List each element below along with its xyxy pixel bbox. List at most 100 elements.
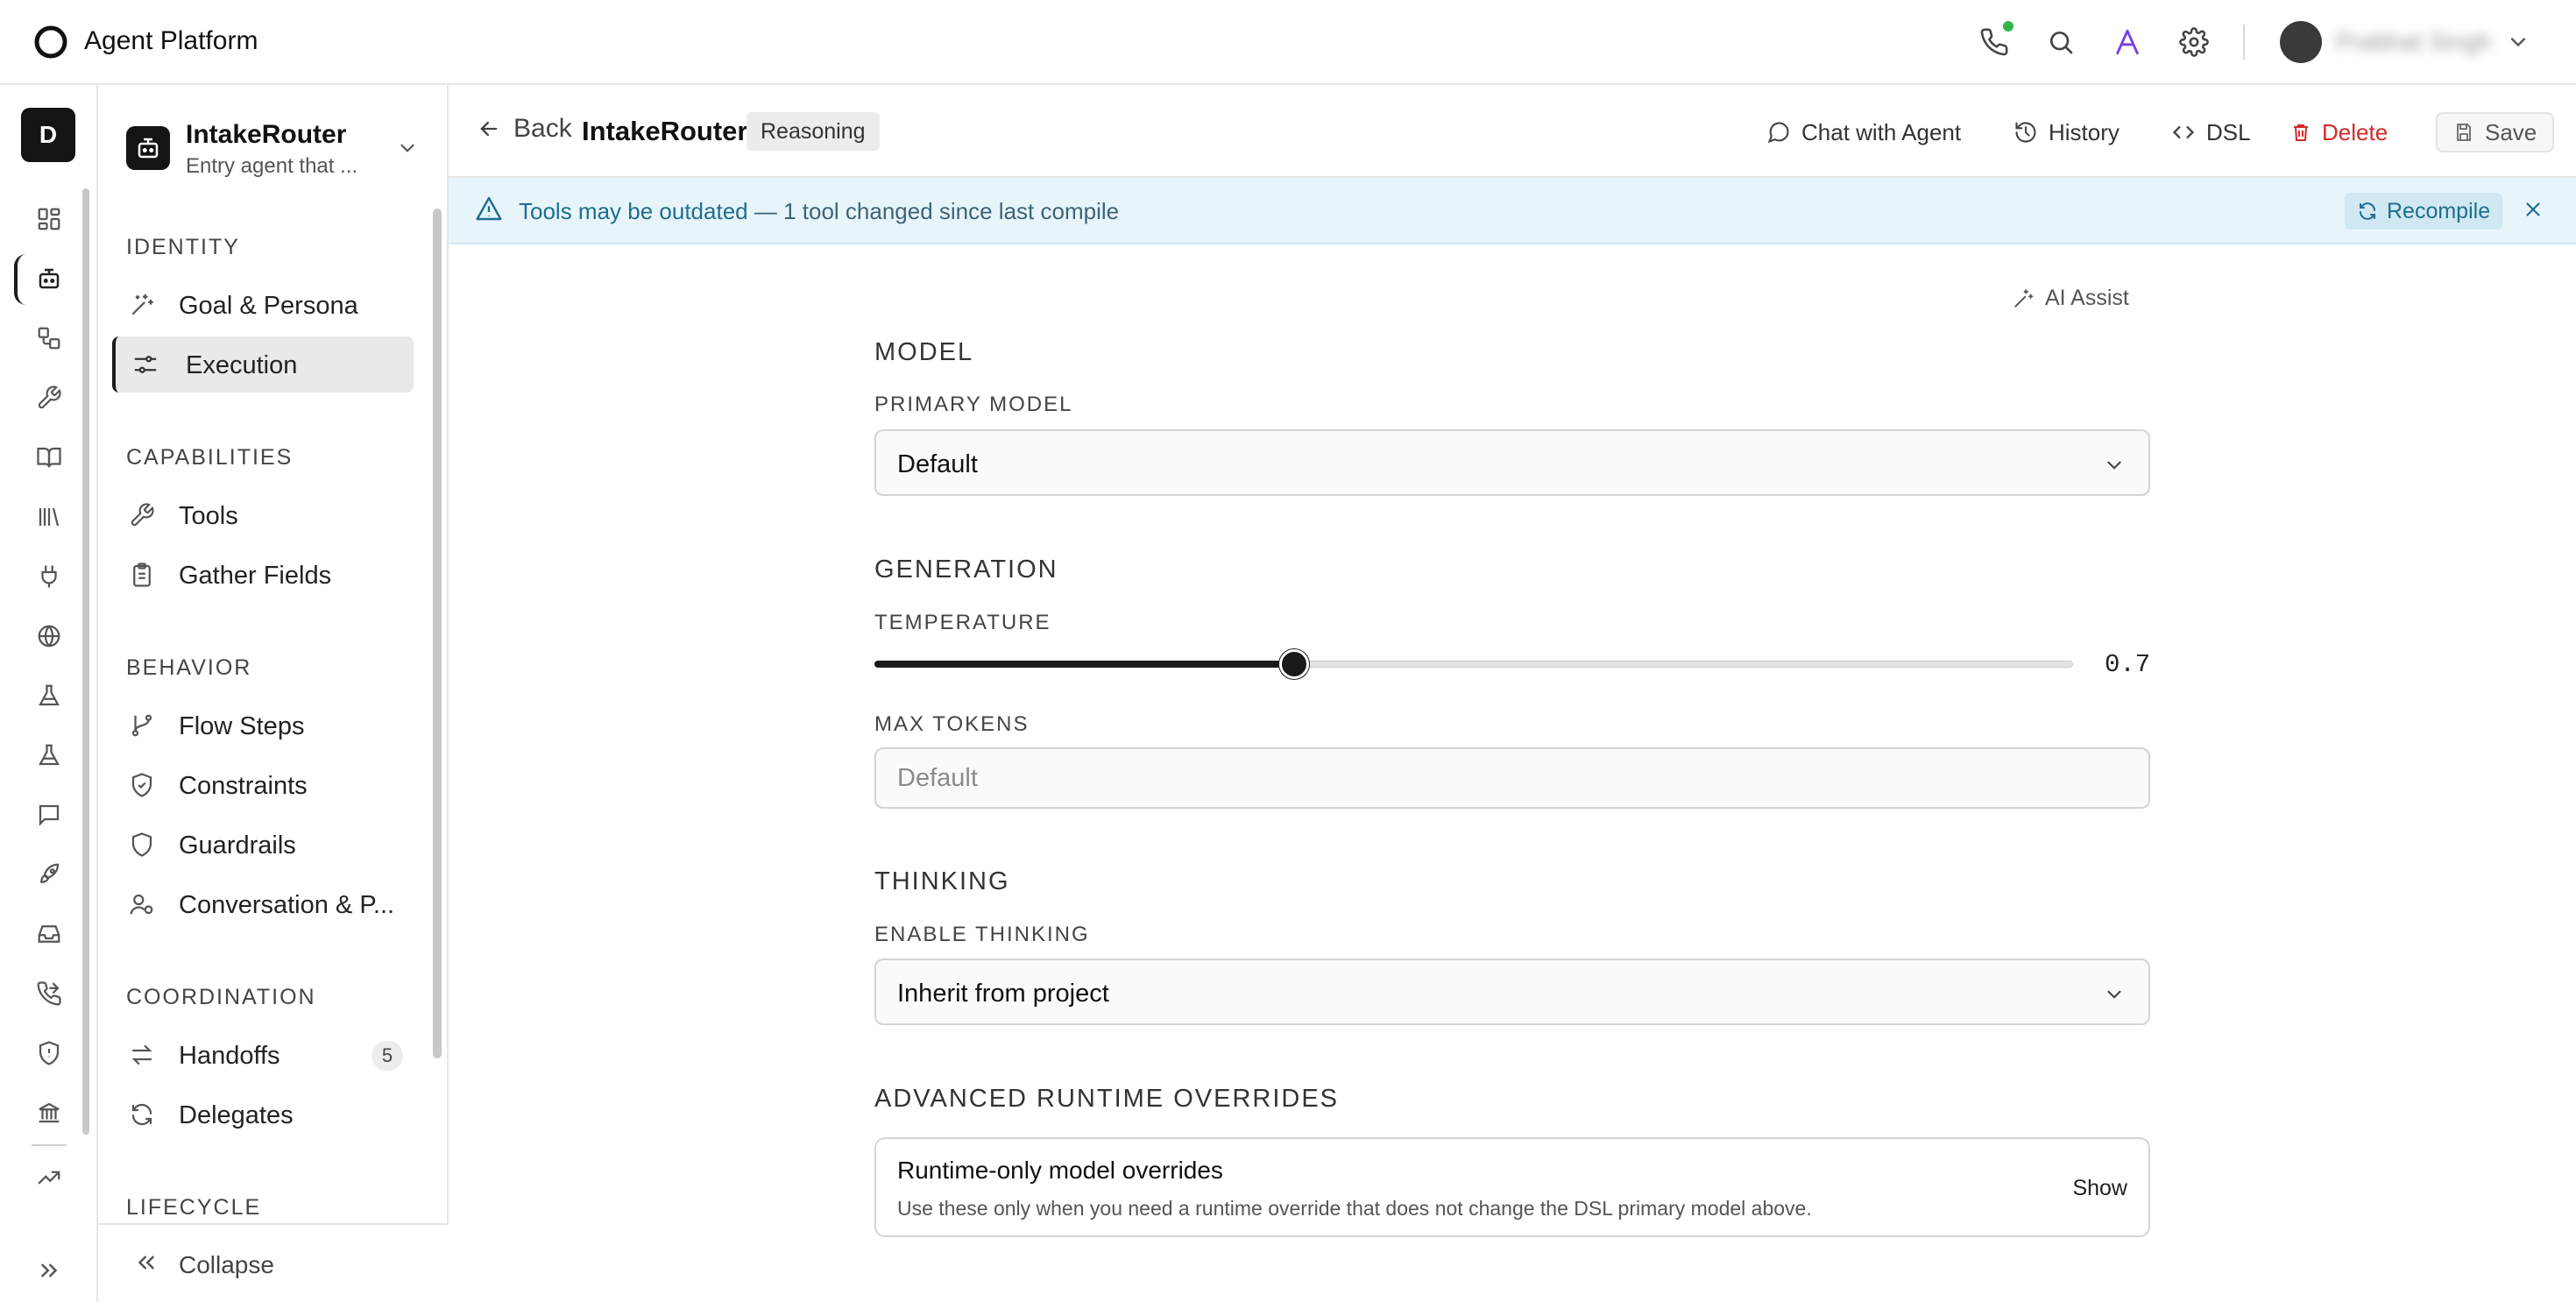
save-label: Save	[2485, 118, 2537, 145]
shield-check-icon	[128, 771, 156, 799]
workspace-badge[interactable]: D	[21, 108, 75, 162]
section-title-thinking: THINKING	[874, 867, 1010, 895]
runtime-overrides-card: Runtime-only model overrides Use these o…	[874, 1137, 2150, 1237]
expand-icon[interactable]	[32, 1253, 67, 1288]
show-overrides-button[interactable]: Show	[2072, 1176, 2127, 1201]
primary-model-select[interactable]: Default	[874, 429, 2150, 496]
nav-item-label: Execution	[186, 351, 298, 379]
agent-name[interactable]: IntakeRouter	[186, 120, 346, 150]
recompile-button[interactable]: Recompile	[2345, 193, 2503, 230]
nav-item-label: Goal & Persona	[179, 292, 358, 320]
shield-icon[interactable]	[32, 1036, 67, 1071]
delete-button[interactable]: Delete	[2290, 112, 2388, 152]
handoffs-count-badge: 5	[372, 1041, 403, 1071]
chevron-down-icon[interactable]	[2506, 30, 2530, 54]
workflow-icon[interactable]	[32, 321, 67, 356]
arrows-swap-icon	[128, 1041, 156, 1069]
trend-icon[interactable]	[32, 1160, 67, 1195]
collapse-button[interactable]: Collapse	[98, 1223, 449, 1302]
globe-icon[interactable]	[32, 619, 67, 654]
banner-strong-text: Tools may be outdated	[519, 198, 748, 224]
chat-with-agent-button[interactable]: Chat with Agent	[1766, 112, 1961, 152]
nav-item-tools[interactable]: Tools	[112, 487, 414, 543]
agent-description: Entry agent that ...	[186, 154, 358, 178]
history-icon	[2015, 122, 2036, 143]
save-button[interactable]: Save	[2436, 112, 2555, 152]
bot-icon[interactable]	[32, 261, 67, 296]
arrow-left-icon	[480, 121, 498, 137]
save-icon	[2457, 124, 2471, 141]
nav-item-guardrails[interactable]: Guardrails	[112, 817, 414, 873]
ai-assist-button[interactable]: AI Assist	[2012, 286, 2129, 311]
sliders-icon	[131, 350, 159, 379]
code-icon	[2172, 126, 2195, 138]
chevron-down-icon	[2103, 983, 2126, 1006]
page-title: IntakeRouter	[582, 116, 748, 146]
section-title-model: MODEL	[874, 338, 974, 366]
back-button[interactable]: Back	[477, 114, 572, 144]
trash-icon	[2294, 124, 2308, 141]
app-logo-icon	[33, 25, 68, 60]
dsl-button[interactable]: DSL	[2171, 112, 2251, 152]
back-label: Back	[513, 114, 572, 143]
message-icon[interactable]	[32, 797, 67, 832]
bank-icon[interactable]	[32, 1095, 67, 1130]
nav-item-handoffs[interactable]: Handoffs 5	[112, 1027, 414, 1083]
flask-icon[interactable]	[32, 678, 67, 713]
library-icon[interactable]	[32, 499, 67, 534]
double-chevron-left-icon	[133, 1249, 159, 1276]
nav-item-label: Flow Steps	[179, 712, 305, 740]
recompile-label: Recompile	[2387, 198, 2491, 223]
avatar[interactable]	[2280, 21, 2322, 63]
wrench-icon[interactable]	[32, 380, 67, 415]
enable-thinking-value: Inherit from project	[897, 980, 1109, 1008]
nav-item-execution[interactable]: Execution	[112, 336, 414, 393]
plug-icon[interactable]	[32, 559, 67, 594]
enable-thinking-select[interactable]: Inherit from project	[874, 959, 2150, 1025]
nav-group-identity: IDENTITY	[126, 235, 240, 259]
banner-rest-text: — 1 tool changed since last compile	[747, 198, 1120, 224]
nav-item-conversation[interactable]: Conversation & P...	[112, 876, 414, 932]
nav-item-label: Gather Fields	[179, 562, 332, 590]
nav-item-constraints[interactable]: Constraints	[112, 757, 414, 813]
phone-forward-icon[interactable]	[32, 976, 67, 1011]
temperature-slider-handle[interactable]	[1278, 649, 1309, 679]
nav-item-delegates[interactable]: Delegates	[112, 1086, 414, 1143]
nav-group-behavior: BEHAVIOR	[126, 655, 252, 680]
dsl-label: DSL	[2206, 118, 2251, 145]
rail-scrollbar[interactable]	[82, 188, 89, 1135]
nav-item-goal-persona[interactable]: Goal & Persona	[112, 277, 414, 333]
section-title-generation: GENERATION	[874, 555, 1058, 584]
gear-icon[interactable]	[2176, 25, 2212, 60]
chat-label: Chat with Agent	[1801, 118, 1962, 145]
runtime-overrides-title: Runtime-only model overrides	[897, 1157, 1223, 1184]
search-icon[interactable]	[2043, 25, 2078, 60]
chevron-down-icon[interactable]	[396, 137, 419, 159]
book-icon[interactable]	[32, 440, 67, 475]
primary-model-value: Default	[897, 450, 978, 478]
rocket-icon[interactable]	[32, 857, 67, 892]
temperature-label: TEMPERATURE	[874, 611, 1051, 634]
clipboard-icon	[128, 561, 156, 589]
max-tokens-input[interactable]	[874, 747, 2150, 809]
nav-item-flow-steps[interactable]: Flow Steps	[112, 697, 414, 754]
dashboard-icon[interactable]	[32, 202, 67, 237]
user-name[interactable]: Prabhat Singh	[2336, 28, 2491, 56]
close-icon[interactable]	[2522, 198, 2544, 221]
delete-label: Delete	[2322, 118, 2388, 145]
nav-item-label: Tools	[179, 502, 238, 530]
inbox-icon[interactable]	[32, 916, 67, 952]
section-nav-scrollbar[interactable]	[433, 209, 442, 1058]
banner-message: Tools may be outdated — 1 tool changed s…	[519, 198, 1119, 225]
flask-icon[interactable]	[32, 738, 67, 773]
history-label: History	[2049, 118, 2120, 145]
nav-group-lifecycle: LIFECYCLE	[126, 1195, 262, 1220]
assistant-a-icon[interactable]	[2110, 25, 2145, 60]
nav-group-capabilities: CAPABILITIES	[126, 445, 294, 470]
nav-item-gather-fields[interactable]: Gather Fields	[112, 547, 414, 603]
user-gear-icon	[128, 890, 156, 918]
wrench-icon	[128, 501, 156, 529]
nav-item-label: Conversation & P...	[179, 891, 395, 919]
history-button[interactable]: History	[2013, 112, 2120, 152]
message-circle-icon	[1767, 122, 1789, 144]
